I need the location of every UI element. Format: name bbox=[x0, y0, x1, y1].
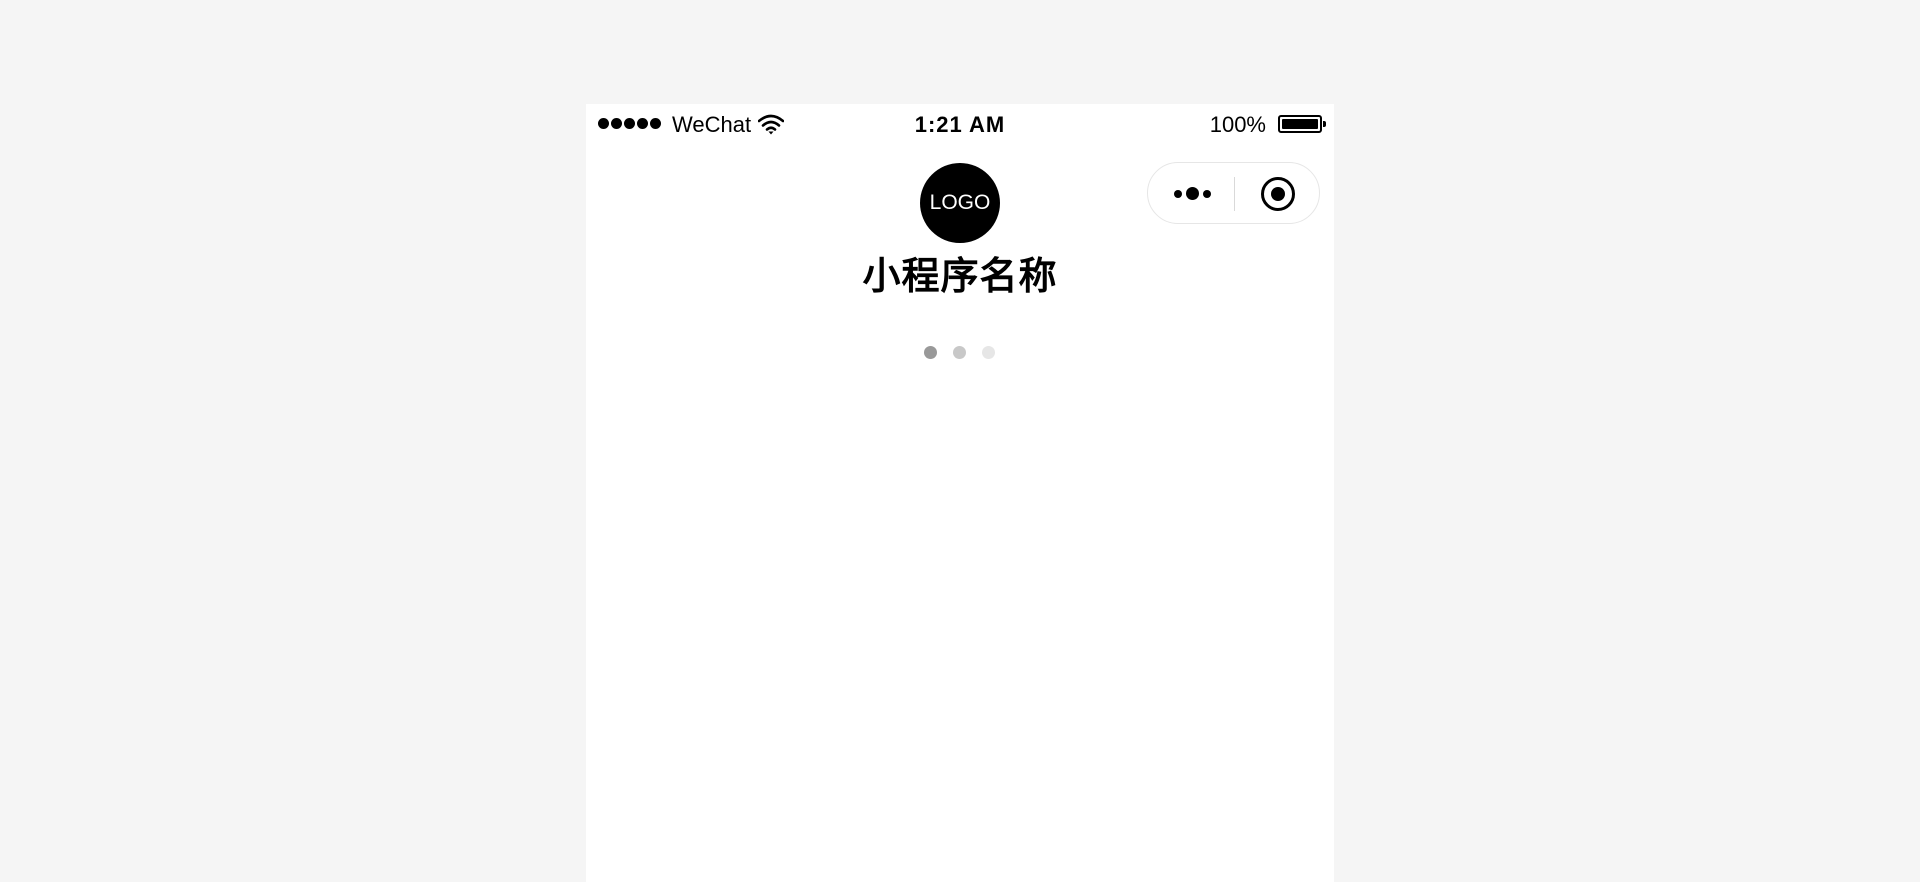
battery-percent: 100% bbox=[1209, 112, 1266, 137]
status-bar: WeChat 1:21 AM 100% bbox=[586, 104, 1334, 146]
loading-indicator bbox=[924, 346, 995, 359]
mini-program-loading-page: WeChat 1:21 AM 100% LOGO 小程序名称 bbox=[586, 104, 1334, 882]
more-icon[interactable] bbox=[1174, 187, 1211, 200]
loading-dot bbox=[982, 346, 995, 359]
menu-capsule bbox=[1147, 162, 1320, 224]
loading-dot bbox=[924, 346, 937, 359]
battery-icon bbox=[1278, 115, 1326, 133]
capsule-divider bbox=[1234, 177, 1235, 211]
app-name: 小程序名称 bbox=[862, 256, 1058, 298]
loading-dot bbox=[953, 346, 966, 359]
app-logo: LOGO bbox=[920, 163, 1000, 243]
close-mini-program-icon[interactable] bbox=[1261, 177, 1295, 211]
